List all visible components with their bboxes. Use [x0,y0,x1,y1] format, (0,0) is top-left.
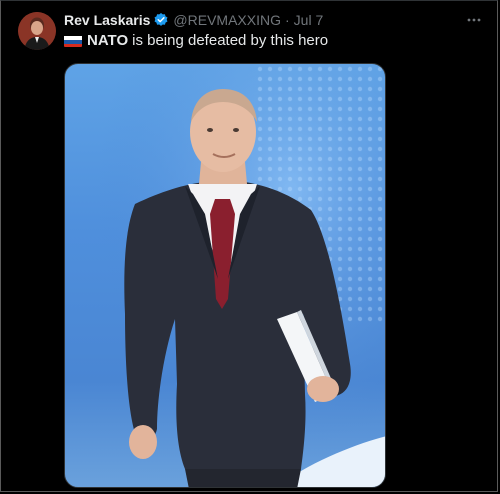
user-handle[interactable]: @REVMAXXING [173,12,281,28]
tweet-date[interactable]: Jul 7 [294,12,324,28]
verified-badge-icon [153,12,169,28]
photo-image [65,64,385,487]
display-name[interactable]: Rev Laskaris [64,12,150,28]
tweet-card[interactable]: Rev Laskaris @REVMAXXING · Jul 7 NATO is… [0,0,498,492]
avatar[interactable] [18,12,56,50]
more-options-icon[interactable] [465,11,483,29]
tweet-media-photo[interactable] [64,63,386,488]
tweet-text-bold: NATO [87,32,129,49]
separator-dot: · [284,12,290,28]
russia-flag-icon [64,35,82,47]
tweet-text-rest: is being defeated by this hero [132,32,329,49]
avatar-image [18,12,56,50]
tweet-text: NATO is being defeated by this hero [64,32,328,49]
tweet-header: Rev Laskaris @REVMAXXING · Jul 7 [64,11,323,29]
